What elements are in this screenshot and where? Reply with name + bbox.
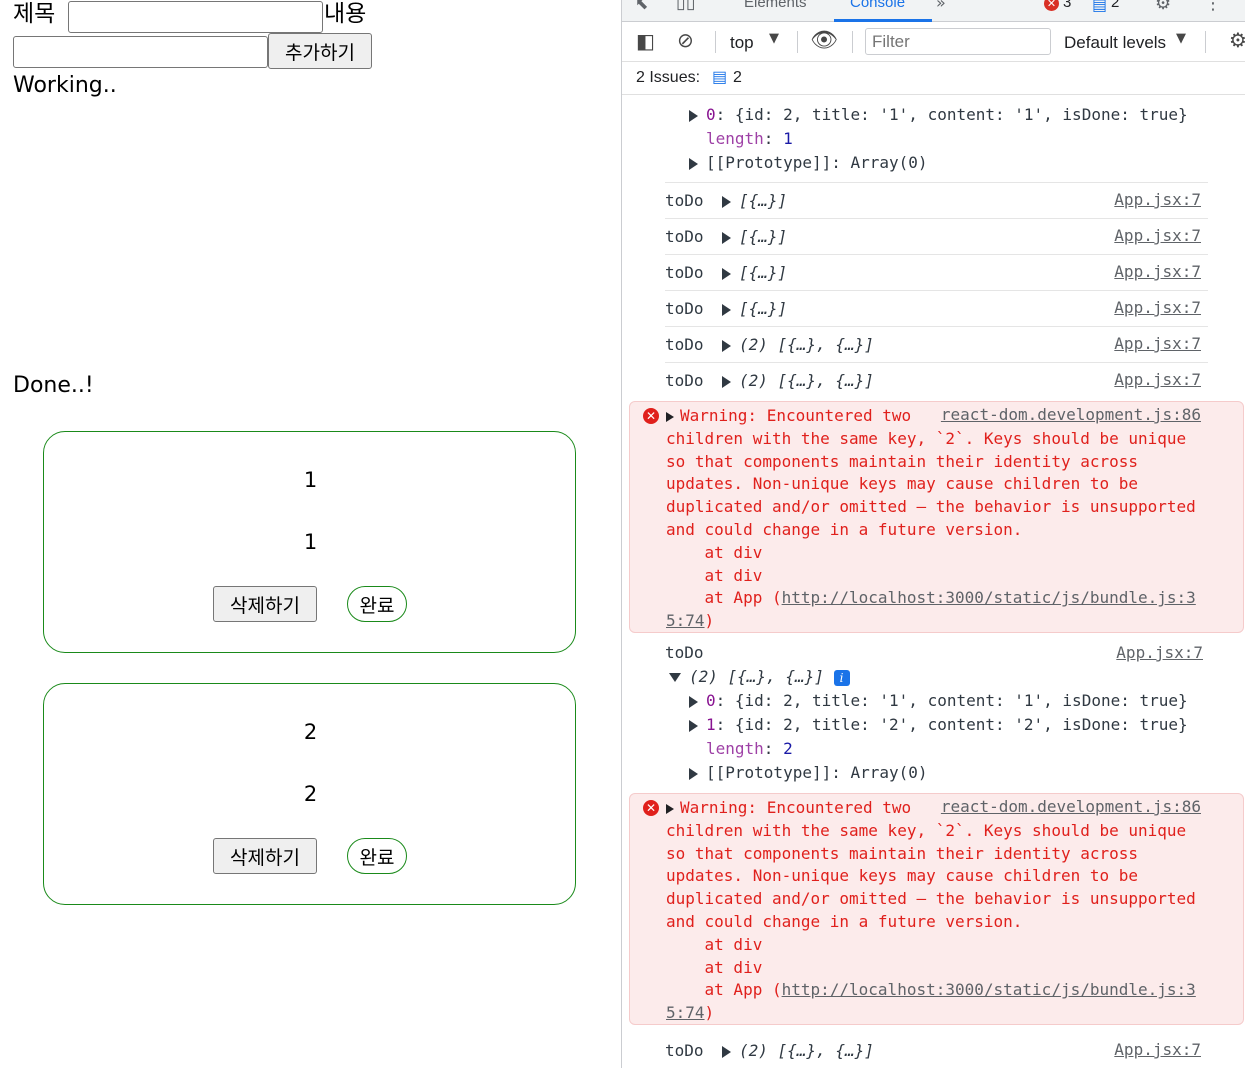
log-row[interactable]: toDo [{…}] App.jsx:7 (665, 182, 1208, 218)
issues-bar: 2 Issues: ▤ 2 (622, 62, 1245, 95)
object-length: length: 1 (706, 129, 793, 148)
error-count-icon: ✕ (1044, 0, 1059, 11)
device-icon[interactable]: ▯▯ (676, 0, 696, 13)
complete-button[interactable]: 완료 (347, 586, 407, 622)
console-toolbar: ◧ ⊘ top ▼ 👁 Default levels ▼ ⚙ (622, 22, 1245, 62)
add-button[interactable]: 추가하기 (268, 33, 372, 69)
kebab-icon[interactable]: ⋮ (1204, 0, 1222, 14)
chevron-down-icon[interactable]: ▼ (1176, 31, 1186, 46)
log-preview[interactable]: [{…}] (722, 191, 787, 210)
object-item: {id: 2, title: '1', content: '1', isDone… (734, 105, 1188, 124)
expanded-preview[interactable]: (2) [{…}, {…}] i (669, 667, 850, 686)
sidebar-icon[interactable]: ◧ (636, 29, 655, 53)
expand-icon[interactable] (666, 411, 674, 422)
message-count[interactable]: 2 (1111, 0, 1119, 11)
title-label: 제목 (13, 1, 56, 27)
object-entry[interactable]: 0: {id: 2, title: '1', content: '1', isD… (689, 105, 1188, 124)
expand-icon[interactable] (666, 803, 674, 814)
warning-message: ✕ Warning: Encountered two children with… (629, 793, 1244, 1025)
log-preview[interactable]: (2) [{…}, {…}] (722, 371, 874, 390)
console-output: 0: {id: 2, title: '1', content: '1', isD… (622, 95, 1245, 1068)
toolbar-separator (797, 31, 798, 53)
source-link[interactable]: App.jsx:7 (1114, 334, 1201, 353)
tab-elements[interactable]: Elements (744, 0, 807, 11)
log-row[interactable]: toDo (2) [{…}, {…}] App.jsx:7 (665, 326, 1208, 362)
source-link[interactable]: App.jsx:7 (1114, 262, 1201, 281)
object-prototype[interactable]: [[Prototype]]: Array(0) (689, 763, 928, 782)
content-input[interactable] (13, 36, 268, 68)
error-count[interactable]: 3 (1063, 0, 1071, 11)
todo-card: 2 2 삭제하기 완료 (43, 683, 576, 905)
toolbar-separator (852, 31, 853, 53)
source-link[interactable]: App.jsx:7 (1114, 1040, 1201, 1059)
gear-icon[interactable]: ⚙ (1229, 28, 1245, 52)
delete-button[interactable]: 삭제하기 (213, 586, 317, 622)
log-row[interactable]: toDo [{…}] App.jsx:7 (665, 218, 1208, 254)
issues-count[interactable]: 2 (733, 69, 742, 87)
gear-icon[interactable]: ⚙ (1155, 0, 1171, 14)
issues-message-icon[interactable]: ▤ (712, 67, 727, 87)
bundle-link-tail[interactable]: 5:74 (666, 611, 705, 630)
log-preview[interactable]: [{…}] (722, 263, 787, 282)
log-row[interactable]: toDo [{…}] App.jsx:7 (665, 254, 1208, 290)
source-link[interactable]: App.jsx:7 (1114, 190, 1201, 209)
devtools-pane: ⬉ ▯▯ Elements Console » ✕ 3 ▤ 2 ⚙ ⋮ ◧ ⊘ … (621, 0, 1245, 1068)
eye-icon[interactable]: 👁 (810, 28, 838, 53)
source-link[interactable]: App.jsx:7 (1114, 370, 1201, 389)
log-row[interactable]: toDo (2) [{…}, {…}] App.jsx:7 (665, 1033, 1208, 1068)
source-link[interactable]: App.jsx:7 (1114, 226, 1201, 245)
more-tabs-icon[interactable]: » (936, 0, 946, 12)
app-pane: 제목 내용 추가하기 Working.. Done..! 1 1 삭제하기 완료… (0, 0, 621, 1068)
issues-label: 2 Issues: (636, 69, 701, 86)
filter-input[interactable] (865, 28, 1051, 55)
context-select[interactable]: top (730, 33, 754, 53)
info-icon[interactable]: i (833, 669, 850, 686)
chevron-down-icon[interactable]: ▼ (769, 31, 779, 46)
log-row[interactable]: toDo (2) [{…}, {…}] App.jsx:7 (665, 362, 1208, 398)
warning-message: ✕ Warning: Encountered two children with… (629, 401, 1244, 633)
clear-icon[interactable]: ⊘ (677, 28, 694, 52)
card-title: 1 (303, 468, 318, 492)
object-entry[interactable]: 1: {id: 2, title: '2', content: '2', isD… (689, 715, 1188, 734)
complete-button[interactable]: 완료 (347, 838, 407, 874)
source-link[interactable]: App.jsx:7 (1114, 298, 1201, 317)
content-label: 내용 (324, 1, 367, 27)
working-heading: Working.. (13, 73, 117, 98)
inspect-icon[interactable]: ⬉ (635, 0, 648, 13)
toolbar-separator (715, 31, 716, 53)
object-entry[interactable]: 0: {id: 2, title: '1', content: '1', isD… (689, 691, 1188, 710)
source-link[interactable]: react-dom.development.js:86 (941, 405, 1201, 424)
message-count-icon: ▤ (1092, 0, 1108, 14)
object-item: {id: 2, title: '2', content: '2', isDone… (734, 715, 1188, 734)
log-preview[interactable]: [{…}] (722, 299, 787, 318)
delete-button[interactable]: 삭제하기 (213, 838, 317, 874)
bundle-link[interactable]: http://localhost:3000/static/js/bundle.j… (782, 980, 1196, 999)
error-icon: ✕ (643, 408, 659, 424)
object-length: length: 2 (706, 739, 793, 758)
tab-console[interactable]: Console (850, 0, 905, 11)
toolbar-separator (1205, 31, 1206, 53)
warning-text: Warning: Encountered two children with t… (666, 798, 1196, 1023)
log-preview[interactable]: (2) [{…}, {…}] (722, 1041, 874, 1060)
log-preview[interactable]: [{…}] (722, 227, 787, 246)
bundle-link-tail[interactable]: 5:74 (666, 1003, 705, 1022)
levels-select[interactable]: Default levels (1064, 33, 1166, 53)
object-item: {id: 2, title: '1', content: '1', isDone… (734, 691, 1188, 710)
error-icon: ✕ (643, 800, 659, 816)
todo-card: 1 1 삭제하기 완료 (43, 431, 576, 653)
object-prototype[interactable]: [[Prototype]]: Array(0) (689, 153, 928, 172)
log-preview[interactable]: (2) [{…}, {…}] (722, 335, 874, 354)
devtools-tabbar: ⬉ ▯▯ Elements Console » ✕ 3 ▤ 2 ⚙ ⋮ (622, 0, 1245, 22)
card-content: 2 (303, 782, 318, 806)
card-content: 1 (303, 530, 318, 554)
warning-text: Warning: Encountered two children with t… (666, 406, 1196, 631)
source-link[interactable]: App.jsx:7 (1116, 643, 1203, 662)
log-row[interactable]: toDo [{…}] App.jsx:7 (665, 290, 1208, 326)
expanded-log-name: toDo (665, 643, 704, 662)
bundle-link[interactable]: http://localhost:3000/static/js/bundle.j… (782, 588, 1196, 607)
title-input[interactable] (68, 1, 323, 33)
done-heading: Done..! (13, 373, 94, 398)
card-title: 2 (303, 720, 318, 744)
source-link[interactable]: react-dom.development.js:86 (941, 797, 1201, 816)
